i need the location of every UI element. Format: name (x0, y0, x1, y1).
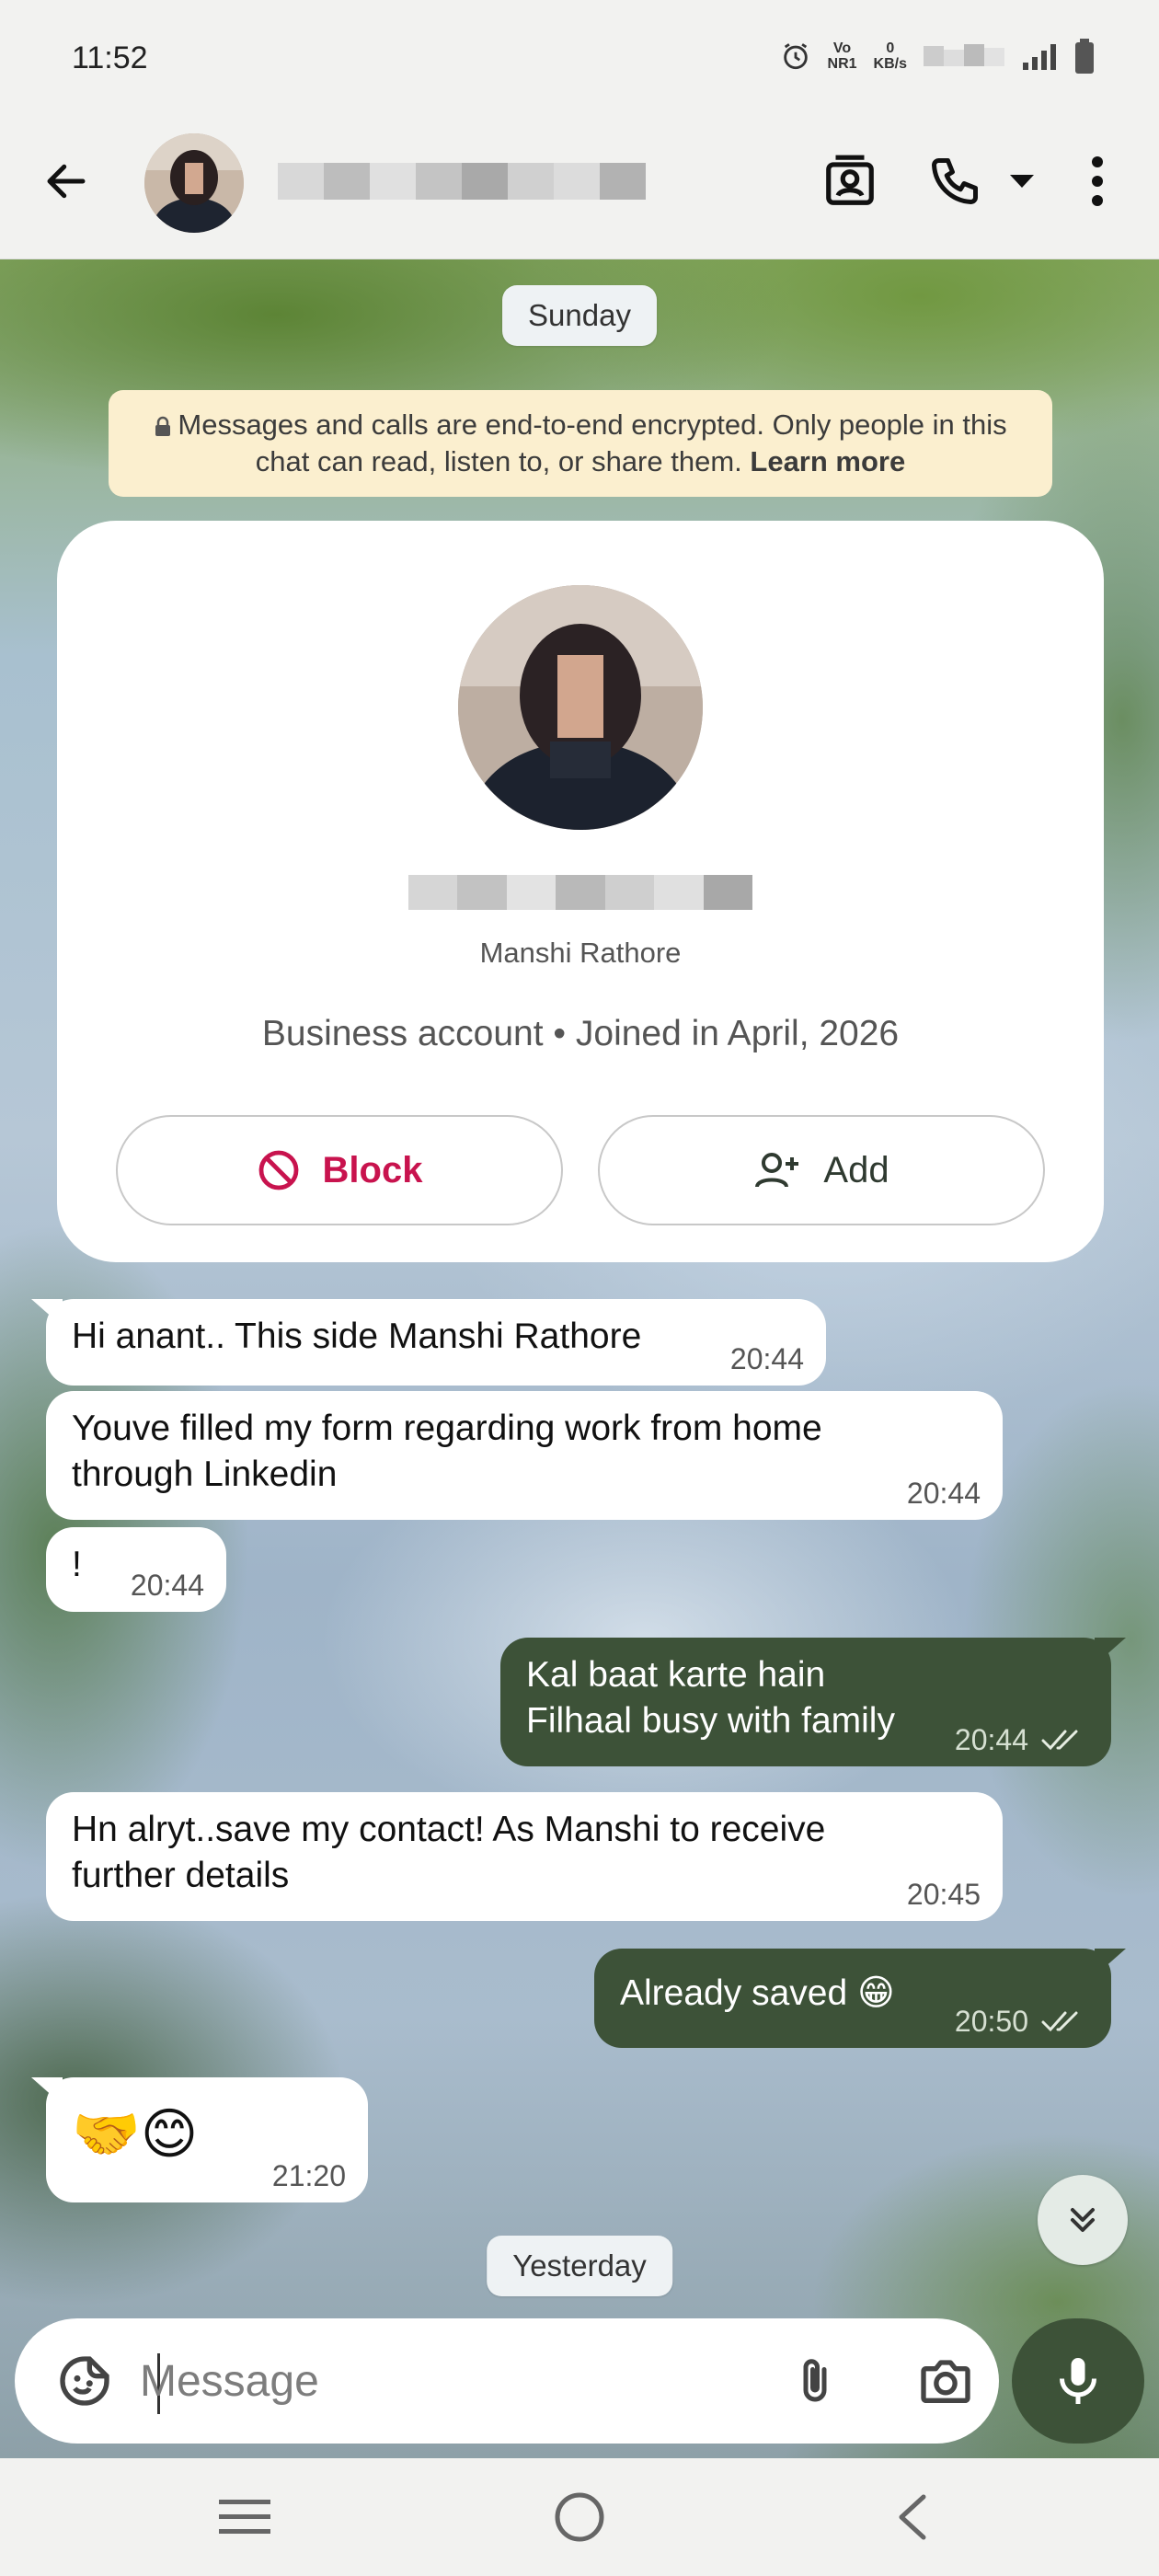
message-time: 20:44 (729, 1342, 804, 1375)
call-button[interactable] (922, 148, 988, 214)
message-bubble-outgoing[interactable]: Already saved 😁 20:50 (594, 1949, 1126, 2048)
sticker-icon (60, 2356, 109, 2406)
encryption-notice[interactable]: Messages and calls are end-to-end encryp… (109, 390, 1052, 497)
status-bar: 11:52 Vo NR1 0 KB/s (0, 0, 1159, 115)
volte-indicator: Vo NR1 (827, 40, 857, 72)
call-dropdown-button[interactable] (990, 148, 1054, 214)
camera-icon (921, 2360, 970, 2403)
emoji-message: 🤝😊 (72, 2103, 199, 2165)
profile-subname: Manshi Rathore (479, 937, 682, 969)
message-text-line: Kal baat karte hain (526, 1655, 826, 1695)
add-label: Add (823, 1149, 889, 1190)
message-time: 20:44 (130, 1569, 204, 1602)
microphone-icon (1060, 2358, 1096, 2404)
message-time: 21:20 (271, 2159, 346, 2192)
message-bubble-incoming[interactable]: 🤝😊 21:20 (31, 2077, 368, 2202)
contact-card-button[interactable] (817, 148, 883, 214)
bubble-tail (1095, 1638, 1126, 1665)
chat-header (0, 115, 1159, 259)
message-composer (15, 2318, 999, 2444)
double-check-icon (1041, 1730, 1078, 1751)
signal-icon (1023, 44, 1056, 70)
contact-name-redacted[interactable] (278, 163, 646, 200)
message-time: 20:44 (906, 1477, 981, 1510)
back-arrow-icon (47, 164, 86, 199)
back-button[interactable] (33, 148, 99, 214)
contact-avatar[interactable] (144, 133, 244, 233)
dropdown-icon (1010, 175, 1034, 188)
message-text-line: further details (72, 1856, 290, 1895)
menu-icon (219, 2500, 270, 2534)
double-chevron-down-icon (1070, 2207, 1096, 2233)
camera-button[interactable] (909, 2344, 982, 2418)
double-check-icon (1041, 2011, 1078, 2032)
profile-meta: Business account • Joined in April, 2026 (261, 1014, 900, 1053)
message-text: Already saved 😁 (620, 1973, 895, 2013)
lock-icon (155, 416, 171, 436)
bubble-tail (31, 1299, 63, 1327)
chevron-left-icon (899, 2494, 926, 2540)
bubble-tail (1095, 1949, 1126, 1976)
message-time: 20:44 (954, 1723, 1028, 1756)
attach-button[interactable] (778, 2344, 852, 2418)
more-vert-icon (1092, 156, 1103, 206)
profile-avatar[interactable] (458, 585, 703, 830)
message-text: Hi anant.. This side Manshi Rathore (72, 1317, 642, 1356)
add-contact-button[interactable]: Add (598, 1115, 1045, 1225)
home-button[interactable] (546, 2488, 613, 2547)
contact-profile-card: Manshi Rathore Business account • Joined… (57, 521, 1104, 1262)
message-bubble-incoming[interactable]: Hi anant.. This side Manshi Rathore 20:4… (31, 1299, 826, 1386)
bubble-tail (31, 2077, 63, 2105)
message-bubble-outgoing[interactable]: Kal baat karte hain Filhaal busy with fa… (500, 1638, 1126, 1766)
contact-card-icon (826, 155, 874, 205)
system-nav-bar (0, 2458, 1159, 2576)
sticker-button[interactable] (48, 2344, 121, 2418)
chat-area[interactable]: Sunday Messages and calls are end-to-end… (0, 259, 1159, 2458)
voice-message-button[interactable] (1012, 2318, 1144, 2444)
date-divider: Yesterday (487, 2236, 672, 2296)
more-options-button[interactable] (1065, 148, 1130, 214)
profile-name-redacted (408, 875, 752, 910)
status-time: 11:52 (72, 40, 148, 75)
message-text-line: through Linkedin (72, 1455, 338, 1494)
message-bubble-incoming[interactable]: Youve filled my form regarding work from… (46, 1391, 1003, 1520)
add-person-icon (755, 1153, 799, 1188)
alarm-icon (783, 43, 808, 70)
message-text: ! (72, 1545, 82, 1584)
blurred-status-icon (924, 44, 1004, 66)
home-circle-icon (555, 2492, 604, 2542)
network-speed: 0 KB/s (873, 40, 907, 72)
block-button[interactable]: Block (116, 1115, 563, 1225)
battery-icon (1075, 39, 1094, 74)
scroll-to-bottom-button[interactable] (1038, 2175, 1128, 2265)
recents-button[interactable] (212, 2488, 278, 2547)
status-icons: Vo NR1 0 KB/s (780, 39, 1095, 74)
block-icon (258, 1150, 298, 1190)
message-input[interactable] (140, 2346, 747, 2416)
message-bubble-incoming[interactable]: Hn alryt..save my contact! As Manshi to … (46, 1792, 1003, 1921)
phone-icon (932, 158, 978, 204)
learn-more-link[interactable]: Learn more (750, 445, 905, 477)
message-text-line: Youve filled my form regarding work from… (72, 1409, 822, 1448)
date-divider: Sunday (502, 285, 657, 346)
message-text-line: Hn alryt..save my contact! As Manshi to … (72, 1810, 826, 1849)
message-time: 20:50 (954, 2005, 1028, 2038)
message-time: 20:45 (906, 1878, 981, 1911)
nav-back-button[interactable] (879, 2488, 946, 2547)
message-bubble-incoming[interactable]: ! 20:44 (46, 1527, 226, 1612)
block-label: Block (322, 1149, 423, 1190)
paperclip-icon (803, 2359, 827, 2402)
